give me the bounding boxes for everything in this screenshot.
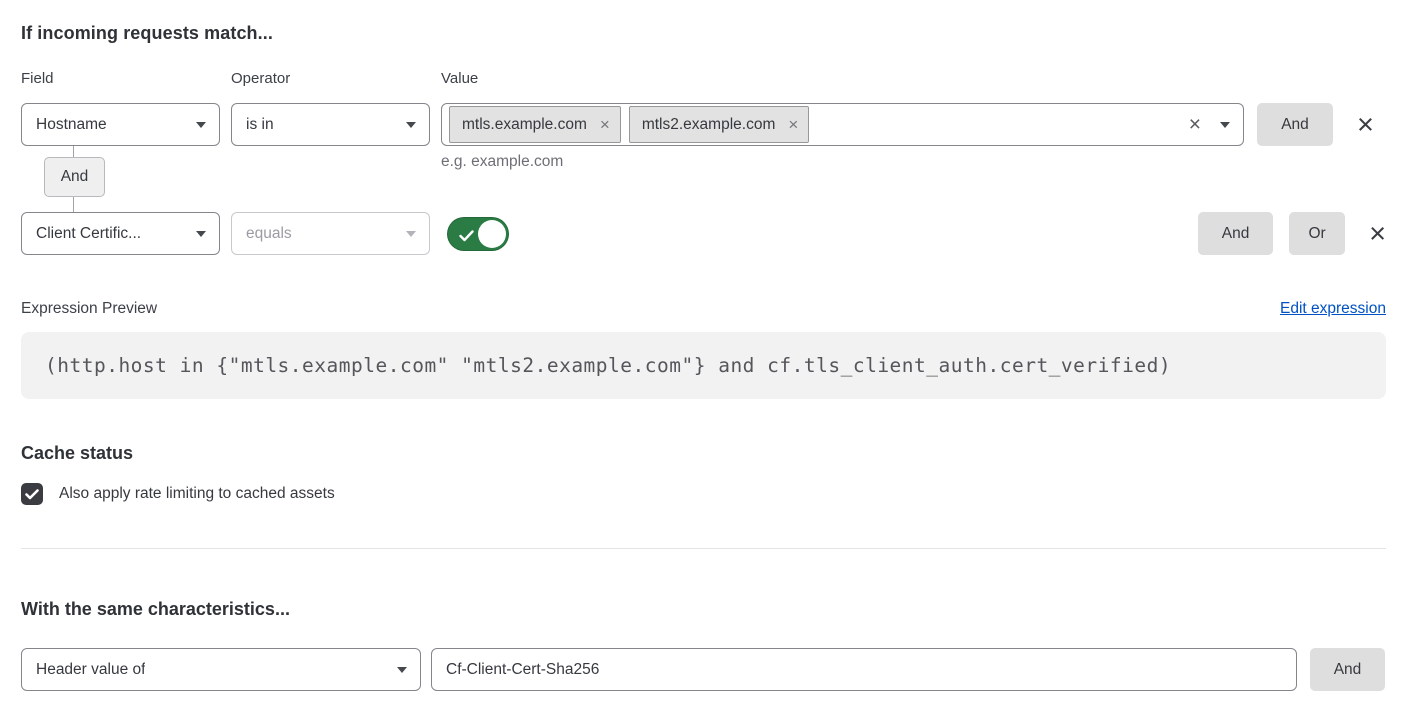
chevron-down-icon xyxy=(406,231,416,237)
operator-select-2: equals xyxy=(231,212,430,255)
cached-assets-label: Also apply rate limiting to cached asset… xyxy=(59,485,335,503)
value-tag-text: mtls2.example.com xyxy=(642,116,776,134)
operator-select-2-placeholder: equals xyxy=(246,225,292,243)
and-condition-button[interactable]: And xyxy=(1198,212,1273,255)
value-multiselect[interactable]: mtls.example.com × mtls2.example.com × × xyxy=(441,103,1244,146)
characteristics-title: With the same characteristics... xyxy=(21,599,1386,619)
add-characteristic-button[interactable]: And xyxy=(1310,648,1385,691)
condition-connector-area: And e.g. example.com xyxy=(21,146,1386,212)
delete-condition-icon[interactable]: × xyxy=(1357,115,1374,135)
chevron-down-icon xyxy=(397,667,407,673)
value-tag: mtls2.example.com × xyxy=(629,106,809,143)
edit-expression-link[interactable]: Edit expression xyxy=(1280,300,1386,318)
field-select-2-value: Client Certific... xyxy=(36,225,141,243)
section-divider xyxy=(21,548,1386,549)
operator-column-label: Operator xyxy=(231,70,441,88)
expression-preview-box: (http.host in {"mtls.example.com" "mtls2… xyxy=(21,332,1386,399)
delete-condition-icon[interactable]: × xyxy=(1369,224,1386,244)
or-condition-button[interactable]: Or xyxy=(1289,212,1345,255)
toggle-knob xyxy=(478,220,506,248)
rate-limit-rule-builder: If incoming requests match... Field Oper… xyxy=(0,0,1420,691)
condition-row-2: Client Certific... equals And Or × xyxy=(21,212,1386,255)
value-column-label: Value xyxy=(441,70,478,88)
match-section-title: If incoming requests match... xyxy=(21,23,1386,44)
toggle-check-icon xyxy=(459,229,474,247)
clear-values-icon[interactable]: × xyxy=(1189,114,1201,135)
cert-verified-toggle[interactable] xyxy=(447,217,509,251)
remove-tag-icon[interactable]: × xyxy=(600,116,610,133)
operator-select-1[interactable]: is in xyxy=(231,103,430,146)
chevron-down-icon xyxy=(196,231,206,237)
chevron-down-icon xyxy=(406,122,416,128)
condition-row-1: Hostname is in mtls.example.com × mtls2.… xyxy=(21,103,1386,146)
value-tag-text: mtls.example.com xyxy=(462,116,587,134)
value-helper-text: e.g. example.com xyxy=(441,153,563,171)
checkbox-check-icon xyxy=(25,489,39,500)
chevron-down-icon xyxy=(196,122,206,128)
expression-code: (http.host in {"mtls.example.com" "mtls2… xyxy=(45,354,1171,377)
chevron-down-icon xyxy=(1220,122,1230,128)
cached-assets-row: Also apply rate limiting to cached asset… xyxy=(21,483,1386,505)
field-column-label: Field xyxy=(21,70,231,88)
characteristics-row: Header value of And xyxy=(21,648,1386,691)
expression-preview-label: Expression Preview xyxy=(21,300,157,318)
characteristic-select[interactable]: Header value of xyxy=(21,648,421,691)
condition-column-labels: Field Operator Value xyxy=(21,70,1386,88)
connector-and-button[interactable]: And xyxy=(44,157,105,197)
cached-assets-checkbox[interactable] xyxy=(21,483,43,505)
field-select-2[interactable]: Client Certific... xyxy=(21,212,220,255)
and-condition-button[interactable]: And xyxy=(1257,103,1333,146)
remove-tag-icon[interactable]: × xyxy=(788,116,798,133)
operator-select-1-value: is in xyxy=(246,116,274,134)
field-select-1[interactable]: Hostname xyxy=(21,103,220,146)
header-name-input[interactable] xyxy=(431,648,1297,691)
expression-preview-header: Expression Preview Edit expression xyxy=(21,300,1386,318)
field-select-1-value: Hostname xyxy=(36,116,107,134)
cache-status-title: Cache status xyxy=(21,443,1386,463)
value-tag: mtls.example.com × xyxy=(449,106,621,143)
characteristic-select-value: Header value of xyxy=(36,661,145,679)
